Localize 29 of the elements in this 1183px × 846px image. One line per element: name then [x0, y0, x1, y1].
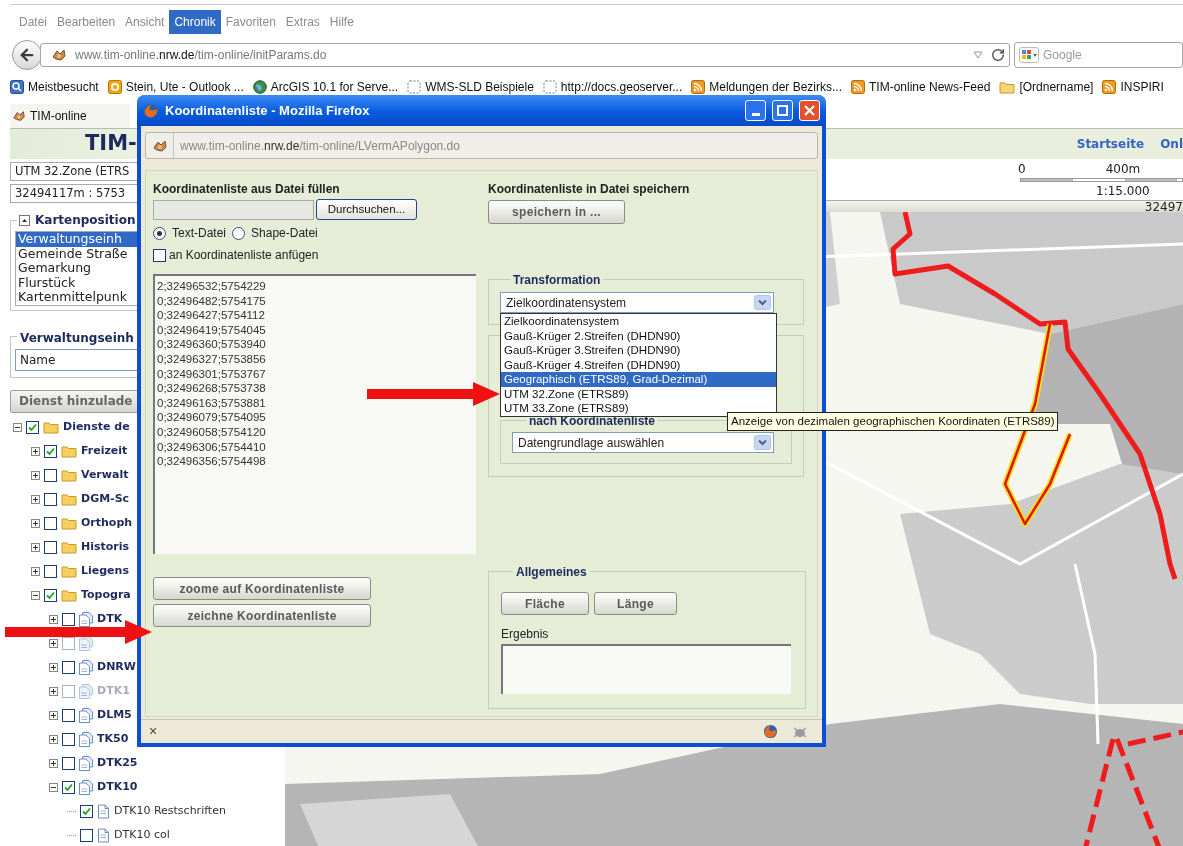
coordinate-line: 0;32496163;5753881: [157, 395, 266, 411]
coordinate-text: 32497: [1144, 200, 1183, 213]
coordinate-line: 2;32496532;5754229: [157, 279, 266, 294]
fieldset-legend: Transformation: [513, 273, 601, 287]
field-label: Ergebnis: [501, 626, 550, 643]
coordinate-line: 0;32496058;5754120: [157, 424, 266, 440]
coordinate-line: 0;32496360;5753940: [157, 337, 266, 352]
tooltip: Anzeige von dezimalen geographischen Koordinaten (ETRS89): [727, 412, 1059, 431]
section-title: Kartenposition: [35, 212, 136, 229]
coordinate-line: 0;32496356;5754498: [157, 454, 266, 469]
scale-label: 0: [1018, 161, 1026, 178]
address-field: www.tim-online.nrw.de/tim-online/LVermAPolygon.do: [145, 132, 818, 159]
coordinate-line: 0;32496301;5753767: [157, 366, 266, 382]
section-heading: Koordinatenliste aus Datei füllen: [153, 181, 340, 198]
coordinate-line: 0;32496268;5753738: [157, 381, 266, 396]
coordinate-line: 0;32496306;5754410: [157, 439, 266, 455]
fieldset-legend: Allgemeines: [516, 565, 587, 579]
coordinate-line: 0;32496079;5754095: [157, 410, 266, 425]
scale-label: 400m: [1105, 161, 1141, 178]
section-title: Verwaltungseinh: [20, 330, 134, 345]
coordinate-line: 0;32496327;5753856: [157, 351, 266, 367]
coordinate-line: 0;32496482;5754175: [157, 293, 266, 309]
window-title: Koordinatenliste - Mozilla Firefox: [165, 101, 371, 120]
fieldset-legend: nach Koordinatenliste: [529, 414, 656, 428]
logo-text: TIM-: [85, 130, 137, 158]
coordinate-line: 0;32496419;5754045: [157, 322, 266, 338]
scale-ratio: 1:15.000: [1096, 183, 1151, 200]
coordinate-line: 0;32496427;5754112: [157, 308, 265, 323]
section-heading: Koordinatenliste in Datei speichern: [488, 181, 690, 198]
